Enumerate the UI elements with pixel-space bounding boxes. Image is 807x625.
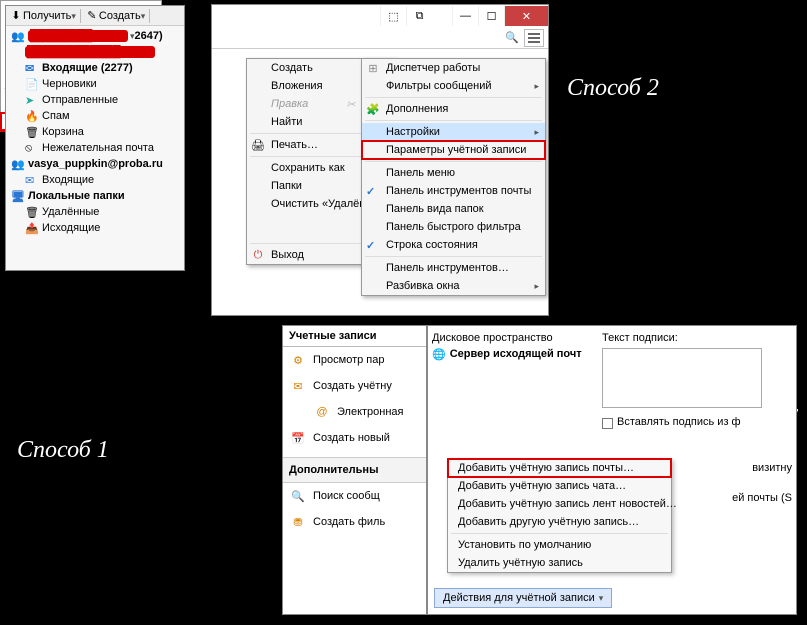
printer-icon: 🖨 [251,139,265,152]
submenu-addons[interactable]: 🧩Дополнения [362,100,545,118]
account-icon: 👥 [11,158,25,170]
deleted-folder[interactable]: 🗑Удалённые [7,204,184,220]
sidebar-toolbar: ⬇ Получить ✎ Создать [6,6,184,26]
account-actions-menu: Добавить учётную запись почты… Добавить … [447,458,672,573]
check-icon: ✓ [366,185,375,198]
account-actions-button[interactable]: Действия для учётной записи [434,588,612,608]
add-feed-account[interactable]: Добавить учётную запись лент новостей… [448,495,671,513]
set-default-account[interactable]: Установить по умолчанию [448,536,671,554]
insert-sig-checkbox[interactable]: Вставлять подпись из ф [602,414,792,430]
sent-icon: ➤ [25,94,39,106]
annotation-method2: Способ 2 [567,75,659,102]
add-other-account[interactable]: Добавить другую учётную запись… [448,513,671,531]
junk-icon: ⦸ [25,142,39,154]
chevron-down-icon [599,592,604,604]
submenu-quick-filter[interactable]: Панель быстрого фильтра [362,218,545,236]
opt-search[interactable]: 🔍Поиск сообщ [283,483,426,509]
submenu-split-window[interactable]: Разбивка окна [362,277,545,295]
grid-icon: ⊞ [366,62,380,75]
delete-account[interactable]: Удалить учётную запись [448,554,671,572]
opt-email[interactable]: @Электронная [283,399,426,425]
submenu-folder-view[interactable]: Панель вида папок [362,200,545,218]
toolbar-get[interactable]: Получить [23,10,71,22]
restore-icon[interactable]: ⬚ [380,6,406,26]
mail-sidebar-panel: ⬇ Получить ✎ Создать 👥 ████████ 2647) ██… [5,5,185,271]
inbox-icon: ✉ [25,62,39,74]
junk-folder[interactable]: ⦸Нежелательная почта [7,140,184,156]
flame-icon: 🔥 [25,110,39,122]
add-mail-account[interactable]: Добавить учётную запись почты… [448,459,671,477]
toolbar-create[interactable]: Создать [99,10,141,22]
puzzle-icon: 🧩 [366,103,380,116]
redacted-row: ████████████ [7,44,184,60]
search-icon: 🔍 [289,490,307,503]
folder-tree: 👥 ████████ 2647) ████████████ ✉Входящие … [6,26,184,236]
accounts-header: Учетные записи [283,326,426,347]
at-icon: @ [313,406,331,418]
filter-icon: ⛃ [289,516,307,529]
submenu-dispatcher[interactable]: ⊞Диспетчер работы [362,59,545,77]
submenu-mail-toolbar[interactable]: ✓Панель инструментов почты [362,182,545,200]
maximize-icon[interactable]: ☐ [478,6,504,26]
account-icon: 👥 [11,30,25,42]
close-icon[interactable]: ✕ [504,6,548,26]
trash-folder[interactable]: 🗑Корзина [7,124,184,140]
sent-folder[interactable]: ➤Отправленные [7,92,184,108]
opt-new-calendar[interactable]: 📅Создать новый [283,425,426,451]
gear-icon: ⚙ [289,354,307,367]
submenu-menubar[interactable]: Панель меню [362,164,545,182]
submenu-statusbar[interactable]: ✓Строка состояния [362,236,545,254]
mail-plus-icon: ✉ [289,380,307,393]
chevron-down-icon[interactable] [141,10,146,22]
account-row[interactable]: 👥 ████████ 2647) [7,28,184,44]
annotation-method1: Способ 1 [17,437,109,464]
check-icon: ✓ [366,239,375,252]
outgoing-server-item[interactable]: 🌐Сервер исходящей почт [432,346,594,362]
outgoing-folder[interactable]: 📤Исходящие [7,220,184,236]
account-count: 2647) [135,30,163,42]
toolbar-row: 🔍 [212,27,548,49]
chevron-down-icon[interactable] [71,10,76,22]
submenu-settings[interactable]: Настройки [362,123,545,141]
more-header: Дополнительны [283,457,426,483]
local-folders[interactable]: 🖥Локальные папки [7,188,184,204]
add-chat-account[interactable]: Добавить учётную запись чата… [448,477,671,495]
inbox-folder[interactable]: ✉Входящие (2277) [7,60,184,76]
opt-view-params[interactable]: ⚙Просмотр пар [283,347,426,373]
spam-folder[interactable]: 🔥Спам [7,108,184,124]
minimize-icon[interactable]: — [452,6,478,26]
drafts-folder[interactable]: 📄Черновики [7,76,184,92]
trash-icon: 🗑 [25,206,39,218]
submenu-filters[interactable]: Фильтры сообщений [362,77,545,95]
opt-create-account[interactable]: ✉Создать учётну [283,373,426,399]
submenu-toolbars[interactable]: Панель инструментов… [362,259,545,277]
accounts-panel: Учетные записи ⚙Просмотр пар ✉Создать уч… [282,325,427,615]
checkbox-icon [602,418,613,429]
exit-icon: ⏻ [251,249,265,262]
inbox2-folder[interactable]: ✉Входящие [7,172,184,188]
drafts-icon: 📄 [25,78,39,90]
restore2-icon[interactable]: ⧉ [406,6,432,26]
app-submenu: ⊞Диспетчер работы Фильтры сообщений 🧩Доп… [361,58,546,296]
opt-filters[interactable]: ⛃Создать филь [283,509,426,535]
signature-textarea[interactable] [602,348,762,408]
calendar-icon: 📅 [289,432,307,445]
hamburger-menu-button[interactable] [524,29,544,47]
signature-label: Текст подписи: [602,330,792,346]
trash-icon: 🗑 [25,126,39,138]
pencil-icon: ✎ [85,9,99,22]
window-titlebar: ⬚ ⧉ — ☐ ✕ [212,5,548,27]
cut-icon: ✂ [346,98,355,111]
download-icon: ⬇ [9,9,23,22]
account2-row[interactable]: 👥vasya_puppkin@proba.ru [7,156,184,172]
submenu-account-params[interactable]: Параметры учётной записи [362,141,545,159]
search-icon[interactable]: 🔍 [504,31,520,44]
globe-icon: 🌐 [432,348,446,361]
computer-icon: 🖥 [11,190,25,202]
redacted-account: ████████ [28,30,128,42]
disk-space-item[interactable]: Дисковое пространство [432,330,594,346]
inbox-icon: ✉ [25,174,39,186]
outbox-icon: 📤 [25,222,39,234]
